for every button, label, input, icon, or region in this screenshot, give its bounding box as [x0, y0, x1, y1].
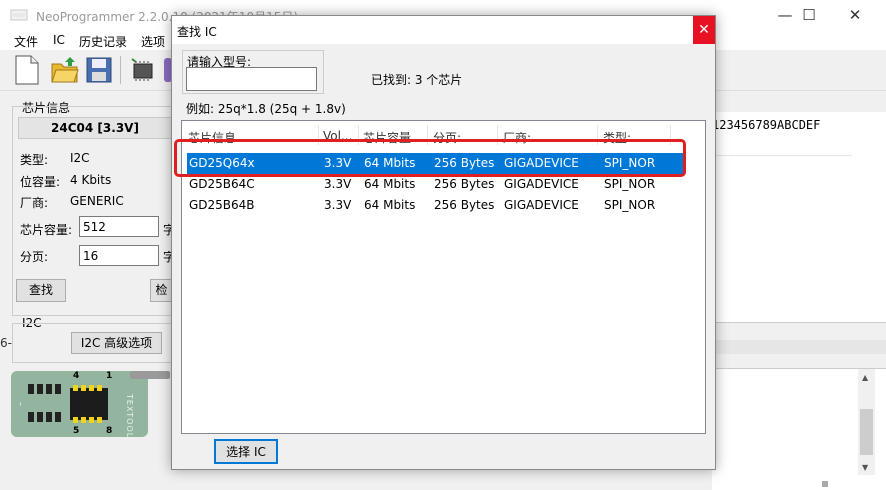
new-file-icon[interactable] [12, 54, 42, 86]
close-window-button[interactable]: ✕ [832, 0, 878, 30]
cell-capacity: 64 Mbits [364, 198, 416, 212]
cell-vendor: GIGADEVICE [504, 177, 579, 191]
hex-editor-area[interactable]: 123456789ABCDEF [712, 112, 886, 322]
socket-pin-4-label: 4 [73, 371, 80, 381]
chip-type-value: I2C [70, 151, 90, 165]
hex-row [712, 139, 852, 156]
find-ic-dialog: 查找 IC ✕ 请输入型号: 已找到: 3 个芯片 例如: 25q*1.8 (2… [171, 15, 716, 470]
chip-detect-icon[interactable] [128, 54, 158, 86]
cell-vendor: GIGADEVICE [504, 198, 579, 212]
hex-header: 123456789ABCDEF [712, 118, 821, 132]
chip-type-label: 类型: [20, 153, 49, 167]
chip-bits-label: 位容量: [20, 175, 61, 189]
scrollbar-thumb[interactable] [860, 409, 873, 455]
chip-capacity-label: 芯片容量: [20, 223, 73, 237]
app-logo-icon [10, 9, 28, 21]
chip-name-display: 24C04 [3.3V] [18, 117, 172, 139]
maximize-button[interactable]: ☐ [786, 0, 832, 30]
dialog-title: 查找 IC [177, 25, 217, 39]
cell-chip: GD25B64B [189, 198, 255, 212]
status-strip [712, 340, 886, 354]
hex-divider [712, 322, 886, 323]
cell-capacity: 64 Mbits [364, 177, 416, 191]
selection-highlight-annotation [174, 139, 686, 177]
save-disk-icon[interactable] [84, 54, 114, 86]
chip-capacity-field[interactable]: 512 [79, 216, 159, 237]
socket-pins-icon [20, 384, 108, 423]
chip-vendor-label: 厂商: [20, 196, 49, 210]
table-row[interactable]: GD25B64C 3.3V 64 Mbits 256 Bytes GIGADEV… [187, 174, 685, 195]
model-search-input[interactable] [186, 67, 317, 91]
socket-lever [130, 371, 170, 379]
menu-file[interactable]: 文件 [14, 33, 38, 50]
socket-pin-8-label: 8 [106, 426, 113, 436]
cell-type: SPI_NOR [604, 177, 656, 191]
socket-brand-text: TEXTOOL [125, 394, 134, 439]
cell-voltage: 3.3V [324, 198, 352, 212]
toolbar-divider [120, 56, 121, 84]
dialog-close-button[interactable]: ✕ [693, 16, 715, 44]
cell-page: 256 Bytes [434, 198, 495, 212]
chip-page-label: 分页: [20, 250, 49, 264]
chip-bits-value: 4 Kbits [70, 173, 112, 187]
select-ic-button[interactable]: 选择 IC [214, 439, 278, 464]
open-folder-icon[interactable] [50, 54, 80, 86]
scroll-down-arrow-icon[interactable]: ▼ [862, 463, 868, 472]
menu-ic[interactable]: IC [53, 33, 65, 47]
left-edge-text: 6- [0, 336, 12, 350]
cell-type: SPI_NOR [604, 198, 656, 212]
check-button[interactable]: 检 [150, 279, 172, 302]
found-count-text: 已找到: 3 个芯片 [371, 73, 463, 87]
cell-page: 256 Bytes [434, 177, 495, 191]
table-row[interactable]: GD25B64B 3.3V 64 Mbits 256 Bytes GIGADEV… [187, 195, 685, 216]
log-scrollbar[interactable]: ▲ ▼ [858, 369, 875, 475]
menu-options[interactable]: 选项 [141, 33, 165, 50]
resize-grip-icon [822, 481, 828, 487]
find-button[interactable]: 查找 [16, 279, 66, 302]
chip-vendor-value: GENERIC [70, 194, 124, 208]
dialog-title-bar: 查找 IC ✕ [172, 16, 715, 44]
example-text: 例如: 25q*1.8 (25q + 1.8v) [186, 102, 346, 116]
menu-history[interactable]: 历史记录 [79, 33, 127, 50]
i2c-advanced-button[interactable]: I2C 高级选项 [71, 332, 162, 354]
cell-chip: GD25B64C [189, 177, 255, 191]
socket-pin-5-label: 5 [73, 426, 80, 436]
chip-page-field[interactable]: 16 [79, 245, 159, 266]
scroll-up-arrow-icon[interactable]: ▲ [862, 373, 868, 382]
socket-pin-1-label: 1 [106, 371, 113, 381]
cell-voltage: 3.3V [324, 177, 352, 191]
